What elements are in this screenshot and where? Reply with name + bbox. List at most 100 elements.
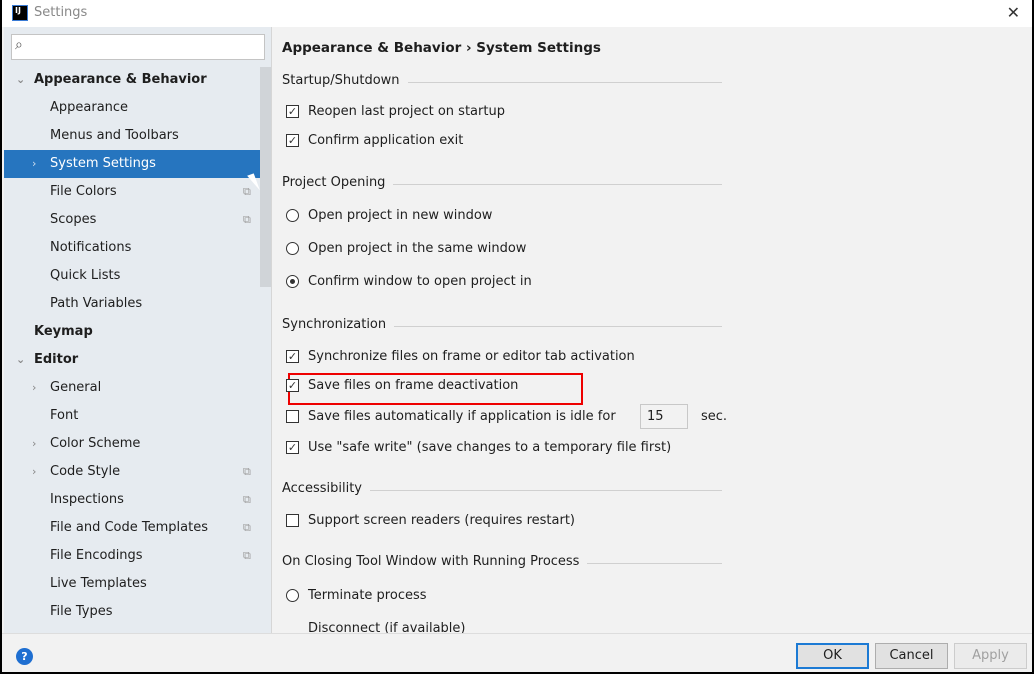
sidebar-item[interactable]: Font [4, 402, 271, 430]
confirm-exit-checkbox[interactable]: ✓ Confirm application exit [286, 131, 464, 151]
option-label: Save files on frame deactivation [308, 378, 519, 393]
sidebar-item-label: File Types [50, 604, 113, 619]
sidebar-item[interactable]: Appearance [4, 94, 271, 122]
sidebar-item-label: File Colors [50, 184, 117, 199]
section-accessibility: Accessibility [282, 481, 722, 501]
radio[interactable] [286, 242, 299, 255]
option-label: Support screen readers (requires restart… [308, 513, 575, 528]
chevron-down-icon[interactable]: ⌄ [16, 346, 25, 374]
checkbox[interactable]: ✓ [286, 350, 299, 363]
cancel-button[interactable]: Cancel [875, 643, 948, 669]
title-bar: IJ Settings ✕ [2, 0, 1032, 27]
option-label: Confirm application exit [308, 133, 464, 148]
settings-window: IJ Settings ✕ ⌕ ⌄ Appearance & Behavior Ap… [2, 0, 1032, 672]
confirm-window-radio[interactable]: Confirm window to open project in [286, 272, 532, 292]
checkbox[interactable]: ✓ [286, 441, 299, 454]
checkbox[interactable] [286, 514, 299, 527]
option-label: Reopen last project on startup [308, 104, 505, 119]
option-label: Terminate process [308, 588, 427, 603]
chevron-right-icon[interactable]: › [32, 430, 36, 458]
project-level-icon: ⧉ [243, 213, 251, 226]
option-label: Confirm window to open project in [308, 274, 532, 289]
project-level-icon: ⧉ [243, 493, 251, 506]
sidebar-item[interactable]: Quick Lists [4, 262, 271, 290]
sidebar-item-label: File Encodings [50, 548, 143, 563]
sidebar-item[interactable]: File and Code Templates ⧉ [4, 514, 271, 542]
sidebar-item[interactable]: Path Variables [4, 290, 271, 318]
safe-write-checkbox[interactable]: ✓ Use "safe write" (save changes to a tem… [286, 438, 672, 458]
save-idle-checkbox[interactable]: Save files automatically if application … [286, 407, 616, 427]
sidebar-item-label: Scopes [50, 212, 97, 227]
checkbox[interactable]: ✓ [286, 134, 299, 147]
terminate-radio[interactable]: Terminate process [286, 586, 427, 606]
sidebar-item-label: Path Variables [50, 296, 143, 311]
option-label: Open project in the same window [308, 241, 527, 256]
section-title: Synchronization [282, 317, 395, 332]
sidebar-item[interactable]: › Color Scheme [4, 430, 271, 458]
close-icon[interactable]: ✕ [1007, 3, 1020, 22]
new-window-radio[interactable]: Open project in new window [286, 206, 493, 226]
sidebar-item[interactable]: File Types [4, 598, 271, 626]
section-title: On Closing Tool Window with Running Proc… [282, 554, 588, 569]
radio[interactable] [286, 209, 299, 222]
sidebar-item-label: Notifications [50, 240, 132, 255]
chevron-right-icon[interactable]: › [32, 374, 36, 402]
sidebar-item[interactable]: Live Templates [4, 570, 271, 598]
sidebar-item-label: Color Scheme [50, 436, 141, 451]
sidebar-item[interactable]: File Colors ⧉ [4, 178, 271, 206]
save-deactivation-checkbox[interactable]: ✓ Save files on frame deactivation [286, 376, 519, 396]
radio[interactable] [286, 275, 299, 288]
sidebar-item[interactable]: File Encodings ⧉ [4, 542, 271, 570]
sidebar-item[interactable]: Menus and Toolbars [4, 122, 271, 150]
sidebar-item-label: Quick Lists [50, 268, 121, 283]
checkbox[interactable]: ✓ [286, 379, 299, 392]
chevron-down-icon[interactable]: ⌄ [16, 66, 25, 94]
disconnect-radio[interactable]: Disconnect (if available) [308, 619, 466, 633]
seconds-unit: sec. [701, 409, 728, 424]
section-title: Project Opening [282, 175, 394, 190]
sidebar-item[interactable]: Keymap [4, 318, 271, 346]
same-window-radio[interactable]: Open project in the same window [286, 239, 527, 259]
sidebar-item-label: General [50, 380, 102, 395]
project-level-icon: ⧉ [243, 521, 251, 534]
sidebar-item-label: Appearance & Behavior [34, 72, 207, 87]
idle-seconds-input[interactable]: 15 [640, 404, 688, 429]
help-icon[interactable]: ? [16, 648, 33, 665]
option-label: Use "safe write" (save changes to a temp… [308, 440, 672, 455]
search-icon: ⌕ [15, 37, 23, 53]
option-label: Synchronize files on frame or editor tab… [308, 349, 635, 364]
sidebar-item-label: Editor [34, 352, 79, 367]
reopen-checkbox[interactable]: ✓ Reopen last project on startup [286, 102, 505, 122]
section-title: Accessibility [282, 481, 370, 496]
radio[interactable] [286, 589, 299, 602]
section-title: Startup/Shutdown [282, 73, 408, 88]
sidebar: ⌕ ⌄ Appearance & Behavior Appearance Menus … [4, 27, 271, 633]
sidebar-item[interactable]: › Code Style ⧉ [4, 458, 271, 486]
option-label: Save files automatically if application … [308, 409, 616, 424]
chevron-right-icon[interactable]: › [32, 150, 36, 178]
checkbox[interactable]: ✓ [286, 105, 299, 118]
checkbox[interactable] [286, 410, 299, 423]
sidebar-item[interactable]: › System Settings [4, 150, 269, 178]
section-opening: Project Opening [282, 175, 722, 195]
project-level-icon: ⧉ [243, 465, 251, 478]
chevron-right-icon[interactable]: › [32, 458, 36, 486]
sidebar-item[interactable]: Notifications [4, 234, 271, 262]
section-sync: Synchronization [282, 317, 722, 337]
sidebar-item-label: Keymap [34, 324, 93, 339]
apply-button[interactable]: Apply [954, 643, 1027, 669]
sidebar-item-label: Live Templates [50, 576, 147, 591]
sidebar-item[interactable]: Scopes ⧉ [4, 206, 271, 234]
sidebar-item-label: File and Code Templates [50, 520, 208, 535]
sync-files-checkbox[interactable]: ✓ Synchronize files on frame or editor ta… [286, 347, 635, 367]
option-label: Open project in new window [308, 208, 493, 223]
sidebar-scrollbar[interactable] [260, 67, 271, 287]
sidebar-item[interactable]: ⌄ Appearance & Behavior [4, 66, 271, 94]
sidebar-item-label: Menus and Toolbars [50, 128, 179, 143]
sidebar-item[interactable]: › General [4, 374, 271, 402]
ok-button[interactable]: OK [796, 643, 869, 669]
sidebar-item[interactable]: ⌄ Editor [4, 346, 271, 374]
search-input[interactable]: ⌕ [11, 34, 265, 60]
screen-readers-checkbox[interactable]: Support screen readers (requires restart… [286, 511, 575, 531]
sidebar-item[interactable]: Inspections ⧉ [4, 486, 271, 514]
